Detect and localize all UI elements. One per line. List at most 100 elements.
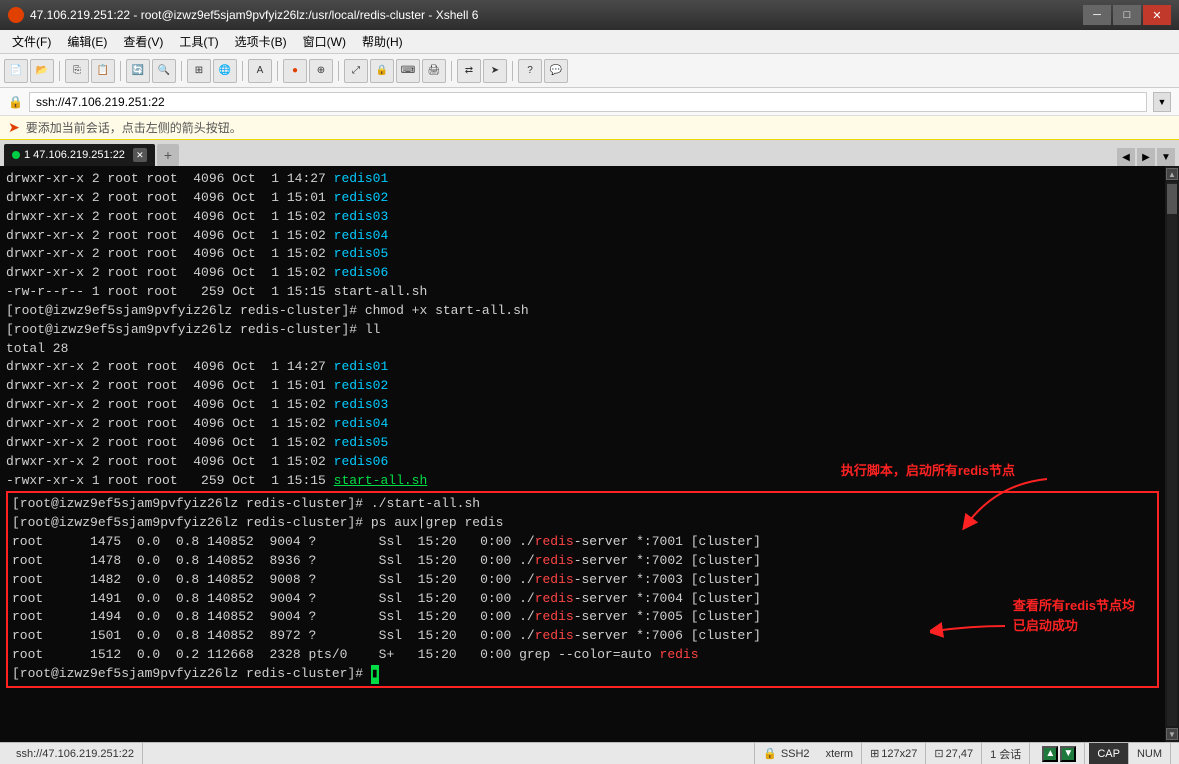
tb-keyboard[interactable]: ⌨ — [396, 59, 420, 83]
term-line: drwxr-xr-x 2 root root 4096 Oct 1 15:01 … — [6, 189, 1159, 208]
menu-window[interactable]: 窗口(W) — [295, 31, 354, 52]
tab-bar: 1 47.106.219.251:22 ✕ + ◀ ▶ ▼ — [0, 140, 1179, 166]
window-title: 47.106.219.251:22 - root@izwz9ef5sjam9pv… — [30, 8, 478, 22]
tb-help[interactable]: ? — [518, 59, 542, 83]
term-line: [root@izwz9ef5sjam9pvfyiz26lz redis-clus… — [12, 495, 1153, 514]
minimize-button[interactable]: ─ — [1083, 5, 1111, 25]
tb-transfer[interactable]: ⇄ — [457, 59, 481, 83]
scroll-down-button[interactable]: ▼ — [1166, 728, 1178, 740]
maximize-button[interactable]: □ — [1113, 5, 1141, 25]
tb-sep8 — [512, 61, 513, 81]
term-line: -rwxr-xr-x 1 root root 259 Oct 1 15:15 s… — [6, 472, 1159, 491]
tab-menu-button[interactable]: ▼ — [1157, 148, 1175, 166]
term-line: total 28 — [6, 340, 1159, 359]
term-line: [root@izwz9ef5sjam9pvfyiz26lz redis-clus… — [6, 302, 1159, 321]
term-line: drwxr-xr-x 2 root root 4096 Oct 1 14:27 … — [6, 170, 1159, 189]
tb-globe[interactable]: 🌐 — [213, 59, 237, 83]
status-size-icon: ⊞ — [870, 747, 879, 760]
scroll-down-btn[interactable]: ▼ — [1060, 746, 1076, 762]
status-sessions-text: 1 会话 — [990, 746, 1021, 762]
term-line: root 1482 0.0 0.8 140852 9008 ? Ssl 15:2… — [12, 571, 1153, 590]
term-line: drwxr-xr-x 2 root root 4096 Oct 1 15:02 … — [6, 208, 1159, 227]
info-icon: ➤ — [8, 119, 20, 136]
scroll-track[interactable] — [1167, 182, 1177, 726]
term-line: root 1478 0.0 0.8 140852 8936 ? Ssl 15:2… — [12, 552, 1153, 571]
tab-next-button[interactable]: ▶ — [1137, 148, 1155, 166]
term-line: drwxr-xr-x 2 root root 4096 Oct 1 15:02 … — [6, 396, 1159, 415]
term-line: drwxr-xr-x 2 root root 4096 Oct 1 15:02 … — [6, 415, 1159, 434]
term-line: [root@izwz9ef5sjam9pvfyiz26lz redis-clus… — [12, 514, 1153, 533]
tb-fullscreen[interactable]: ⤢ — [344, 59, 368, 83]
status-cursor-text: 27,47 — [946, 748, 974, 760]
tb-paste[interactable]: 📋 — [91, 59, 115, 83]
status-encoding: xterm — [818, 743, 863, 764]
address-dropdown[interactable]: ▼ — [1153, 92, 1171, 112]
term-line: -rw-r--r-- 1 root root 259 Oct 1 15:15 s… — [6, 283, 1159, 302]
tb-font[interactable]: A — [248, 59, 272, 83]
highlighted-section: [root@izwz9ef5sjam9pvfyiz26lz redis-clus… — [6, 491, 1159, 687]
status-num-text: NUM — [1137, 748, 1162, 760]
tb-copy[interactable]: ⎘ — [65, 59, 89, 83]
window-controls: ─ □ ✕ — [1083, 5, 1171, 25]
lock-icon: 🔒 — [8, 95, 23, 109]
term-line: drwxr-xr-x 2 root root 4096 Oct 1 15:02 … — [6, 227, 1159, 246]
term-line: drwxr-xr-x 2 root root 4096 Oct 1 15:02 … — [6, 434, 1159, 453]
tab-close-button[interactable]: ✕ — [133, 148, 147, 162]
vertical-scrollbar[interactable]: ▲ ▼ — [1165, 166, 1179, 742]
tb-new[interactable]: 📄 — [4, 59, 28, 83]
term-line: root 1491 0.0 0.8 140852 9004 ? Ssl 15:2… — [12, 590, 1153, 609]
toolbar: 📄 📂 ⎘ 📋 🔄 🔍 ⊞ 🌐 A ● ⊕ ⤢ 🔒 ⌨ 🖨 ⇄ ➤ ? 💬 — [0, 54, 1179, 88]
menu-file[interactable]: 文件(F) — [4, 31, 59, 52]
status-size: ⊞ 127x27 — [862, 743, 926, 764]
term-line: [root@izwz9ef5sjam9pvfyiz26lz redis-clus… — [6, 321, 1159, 340]
scroll-thumb[interactable] — [1167, 184, 1177, 214]
address-input[interactable] — [29, 92, 1147, 112]
tb-red-circle[interactable]: ● — [283, 59, 307, 83]
menu-tabs[interactable]: 选项卡(B) — [227, 31, 295, 52]
tb-sep4 — [242, 61, 243, 81]
tb-arrow[interactable]: ➤ — [483, 59, 507, 83]
info-bar: ➤ 要添加当前会话，点击左侧的箭头按钮。 — [0, 116, 1179, 140]
status-sessions: 1 会话 — [982, 743, 1030, 764]
tb-open[interactable]: 📂 — [30, 59, 54, 83]
tab-label: 1 47.106.219.251:22 — [24, 149, 125, 161]
menu-help[interactable]: 帮助(H) — [354, 31, 411, 52]
tab-indicator — [12, 151, 20, 159]
tb-search[interactable]: 🔍 — [152, 59, 176, 83]
terminal[interactable]: drwxr-xr-x 2 root root 4096 Oct 1 14:27 … — [0, 166, 1165, 742]
tb-sep6 — [338, 61, 339, 81]
status-cap-text: CAP — [1097, 748, 1120, 760]
terminal-wrapper: drwxr-xr-x 2 root root 4096 Oct 1 14:27 … — [0, 166, 1179, 742]
status-right: 🔒 SSH2 — [754, 743, 817, 764]
status-num: NUM — [1129, 743, 1171, 764]
tb-refresh[interactable]: 🔄 — [126, 59, 150, 83]
tb-lock[interactable]: 🔒 — [370, 59, 394, 83]
tb-chat[interactable]: 💬 — [544, 59, 568, 83]
tb-screen[interactable]: ⊞ — [187, 59, 211, 83]
status-cap: CAP — [1089, 743, 1129, 764]
menu-edit[interactable]: 编辑(E) — [59, 31, 115, 52]
term-line: drwxr-xr-x 2 root root 4096 Oct 1 15:02 … — [6, 245, 1159, 264]
tb-print[interactable]: 🖨 — [422, 59, 446, 83]
tab-prev-button[interactable]: ◀ — [1117, 148, 1135, 166]
status-scroll-arrows: ▲ ▼ — [1034, 743, 1085, 764]
new-tab-button[interactable]: + — [157, 144, 179, 166]
term-line: root 1512 0.0 0.2 112668 2328 pts/0 S+ 1… — [12, 646, 1153, 665]
address-bar: 🔒 ▼ — [0, 88, 1179, 116]
menu-tools[interactable]: 工具(T) — [171, 31, 226, 52]
scroll-up-btn[interactable]: ▲ — [1042, 746, 1058, 762]
close-button[interactable]: ✕ — [1143, 5, 1171, 25]
status-bar: ssh://47.106.219.251:22 🔒 SSH2 xterm ⊞ 1… — [0, 742, 1179, 764]
status-cursor-icon: ⊡ — [934, 747, 943, 760]
tb-sep7 — [451, 61, 452, 81]
tb-cmd[interactable]: ⊕ — [309, 59, 333, 83]
term-line: drwxr-xr-x 2 root root 4096 Oct 1 15:01 … — [6, 377, 1159, 396]
status-ssh-icon: 🔒 — [763, 747, 777, 760]
info-text: 要添加当前会话，点击左侧的箭头按钮。 — [26, 119, 242, 136]
app-icon — [8, 7, 24, 23]
scroll-up-button[interactable]: ▲ — [1166, 168, 1178, 180]
menu-view[interactable]: 查看(V) — [115, 31, 171, 52]
status-cursor: ⊡ 27,47 — [926, 743, 982, 764]
tb-sep3 — [181, 61, 182, 81]
active-tab[interactable]: 1 47.106.219.251:22 ✕ — [4, 144, 155, 166]
